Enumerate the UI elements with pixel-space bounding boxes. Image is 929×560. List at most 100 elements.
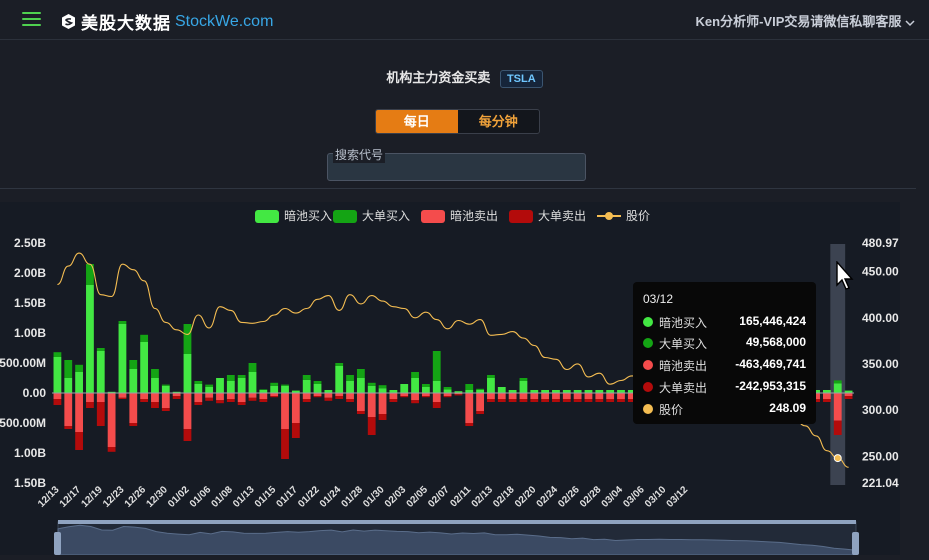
bar-block-sell xyxy=(356,411,365,414)
bar-block-sell xyxy=(617,399,625,402)
bar-block-buy xyxy=(161,384,170,386)
bar-block-sell xyxy=(541,399,550,402)
bar-dark-pool-buy xyxy=(367,385,376,393)
bar-dark-pool-buy xyxy=(833,383,842,393)
bar-block-sell xyxy=(302,399,311,402)
bar-block-sell xyxy=(248,397,257,401)
bar-block-buy xyxy=(129,360,138,369)
bar-dark-pool-sell xyxy=(183,393,192,429)
y-axis-tick-label-left: 1.00B xyxy=(14,446,46,460)
x-axis-tick-label: 03/04 xyxy=(600,484,626,510)
bar-dark-pool-buy xyxy=(270,385,279,393)
bar-block-sell xyxy=(573,399,582,402)
bar-block-buy xyxy=(194,381,203,384)
x-axis-tick-label: 02/28 xyxy=(578,484,604,510)
bar-block-sell xyxy=(476,411,484,414)
bar-block-buy xyxy=(313,381,322,384)
bar-block-sell xyxy=(161,408,170,411)
price-point-highlight xyxy=(833,454,842,463)
bar-dark-pool-sell xyxy=(378,393,387,414)
bar-dark-pool-sell xyxy=(118,393,127,398)
tooltip-series-value: 165,446,424 xyxy=(739,314,806,328)
bar-block-sell xyxy=(291,423,300,438)
bar-block-sell xyxy=(226,399,235,402)
x-axis-tick-label: 01/17 xyxy=(274,484,300,510)
bar-dark-pool-sell xyxy=(823,393,831,399)
bar-block-sell xyxy=(443,396,452,398)
bar-block-buy xyxy=(118,321,127,324)
tab-per-minute[interactable]: 每分钟 xyxy=(458,110,540,133)
tooltip-row: 暗池卖出 -463,469,741 xyxy=(643,356,806,374)
bar-block-buy xyxy=(270,382,279,386)
bar-dark-pool-sell xyxy=(552,393,560,399)
y-axis-tick-label-left: 500.00M xyxy=(0,416,46,430)
x-axis-tick-label: 03/06 xyxy=(621,484,647,510)
x-axis-tick-label: 02/24 xyxy=(535,484,561,510)
bar-dark-pool-sell xyxy=(75,393,83,432)
bar-block-sell xyxy=(552,399,560,402)
legend-label: 股价 xyxy=(626,209,650,223)
tab-daily[interactable]: 每日 xyxy=(376,110,458,133)
tooltip-series-name: 暗池买入 xyxy=(659,316,708,330)
legend-label: 暗池买入 xyxy=(284,208,332,223)
y-axis-tick-label-right: 300.00 xyxy=(862,403,899,417)
x-axis-tick-label: 02/20 xyxy=(513,484,539,510)
user-menu[interactable]: Ken分析师-VIP交易请微信私聊客服 xyxy=(696,11,915,30)
bar-block-buy xyxy=(356,369,365,378)
bar-dark-pool-sell xyxy=(226,393,235,399)
y-axis-tick-label-right: 480.97 xyxy=(862,236,899,250)
x-axis-tick-label: 02/03 xyxy=(383,484,409,510)
bar-dark-pool-sell xyxy=(476,393,484,411)
x-axis-tick-label: 12/23 xyxy=(101,484,127,510)
bar-block-sell xyxy=(151,402,159,408)
bar-dark-pool-sell xyxy=(346,393,354,399)
bar-block-buy xyxy=(833,380,842,384)
x-axis-tick-label: 01/02 xyxy=(166,484,192,510)
bar-block-sell xyxy=(367,417,376,435)
tooltip-series-name: 大单买入 xyxy=(659,337,708,351)
bar-block-buy xyxy=(465,384,474,390)
bar-block-buy xyxy=(75,364,83,372)
bar-dark-pool-sell xyxy=(497,393,506,399)
zoom-slider-right-handle xyxy=(852,532,859,555)
bar-block-buy xyxy=(346,375,354,381)
x-axis-tick-label: 01/13 xyxy=(231,484,257,510)
dot-icon xyxy=(643,404,653,414)
dot-icon xyxy=(643,360,653,370)
legend-label: 大单卖出 xyxy=(538,209,586,223)
y-axis-tick-label-right: 250.00 xyxy=(862,449,899,463)
bar-dark-pool-sell xyxy=(356,393,365,411)
bar-dark-pool-sell xyxy=(291,393,300,423)
bar-dark-pool-buy xyxy=(302,379,311,393)
bar-block-sell xyxy=(53,399,62,405)
logo[interactable]: 美股大数据 StockWe.com xyxy=(60,9,273,34)
tooltip-series-value: 248.09 xyxy=(769,401,806,415)
bar-dark-pool-sell xyxy=(302,393,311,399)
x-axis-tick-label: 02/13 xyxy=(470,484,496,510)
bar-block-sell xyxy=(118,397,127,399)
bar-block-sell xyxy=(487,399,495,402)
bar-block-buy xyxy=(259,389,268,390)
x-axis-tick-label: 12/26 xyxy=(123,484,149,510)
bar-block-sell xyxy=(465,423,474,426)
bar-block-sell xyxy=(259,399,268,402)
interval-tabs: 每日 每分钟 xyxy=(375,109,540,134)
page-title: 机构主力资金买卖 xyxy=(386,70,491,85)
x-axis-tick-label: 01/28 xyxy=(340,484,366,510)
bar-dark-pool-buy xyxy=(497,387,506,393)
dot-icon xyxy=(643,382,653,392)
bar-dark-pool-sell xyxy=(140,393,149,399)
bar-block-sell xyxy=(346,399,354,402)
bar-block-sell xyxy=(281,429,289,459)
bar-dark-pool-sell xyxy=(161,393,170,408)
bar-block-sell xyxy=(140,399,149,402)
bar-dark-pool-sell xyxy=(617,393,625,399)
bar-dark-pool-buy xyxy=(86,285,94,393)
bar-block-sell xyxy=(237,402,246,405)
bar-block-sell xyxy=(64,426,73,429)
legend-label: 暗池卖出 xyxy=(450,208,498,223)
page-title-row: 机构主力资金买卖 TSLA xyxy=(0,67,929,88)
x-axis-tick-label: 01/30 xyxy=(361,484,387,510)
x-axis-tick-label: 12/19 xyxy=(79,484,105,510)
menu-icon[interactable] xyxy=(22,12,41,26)
